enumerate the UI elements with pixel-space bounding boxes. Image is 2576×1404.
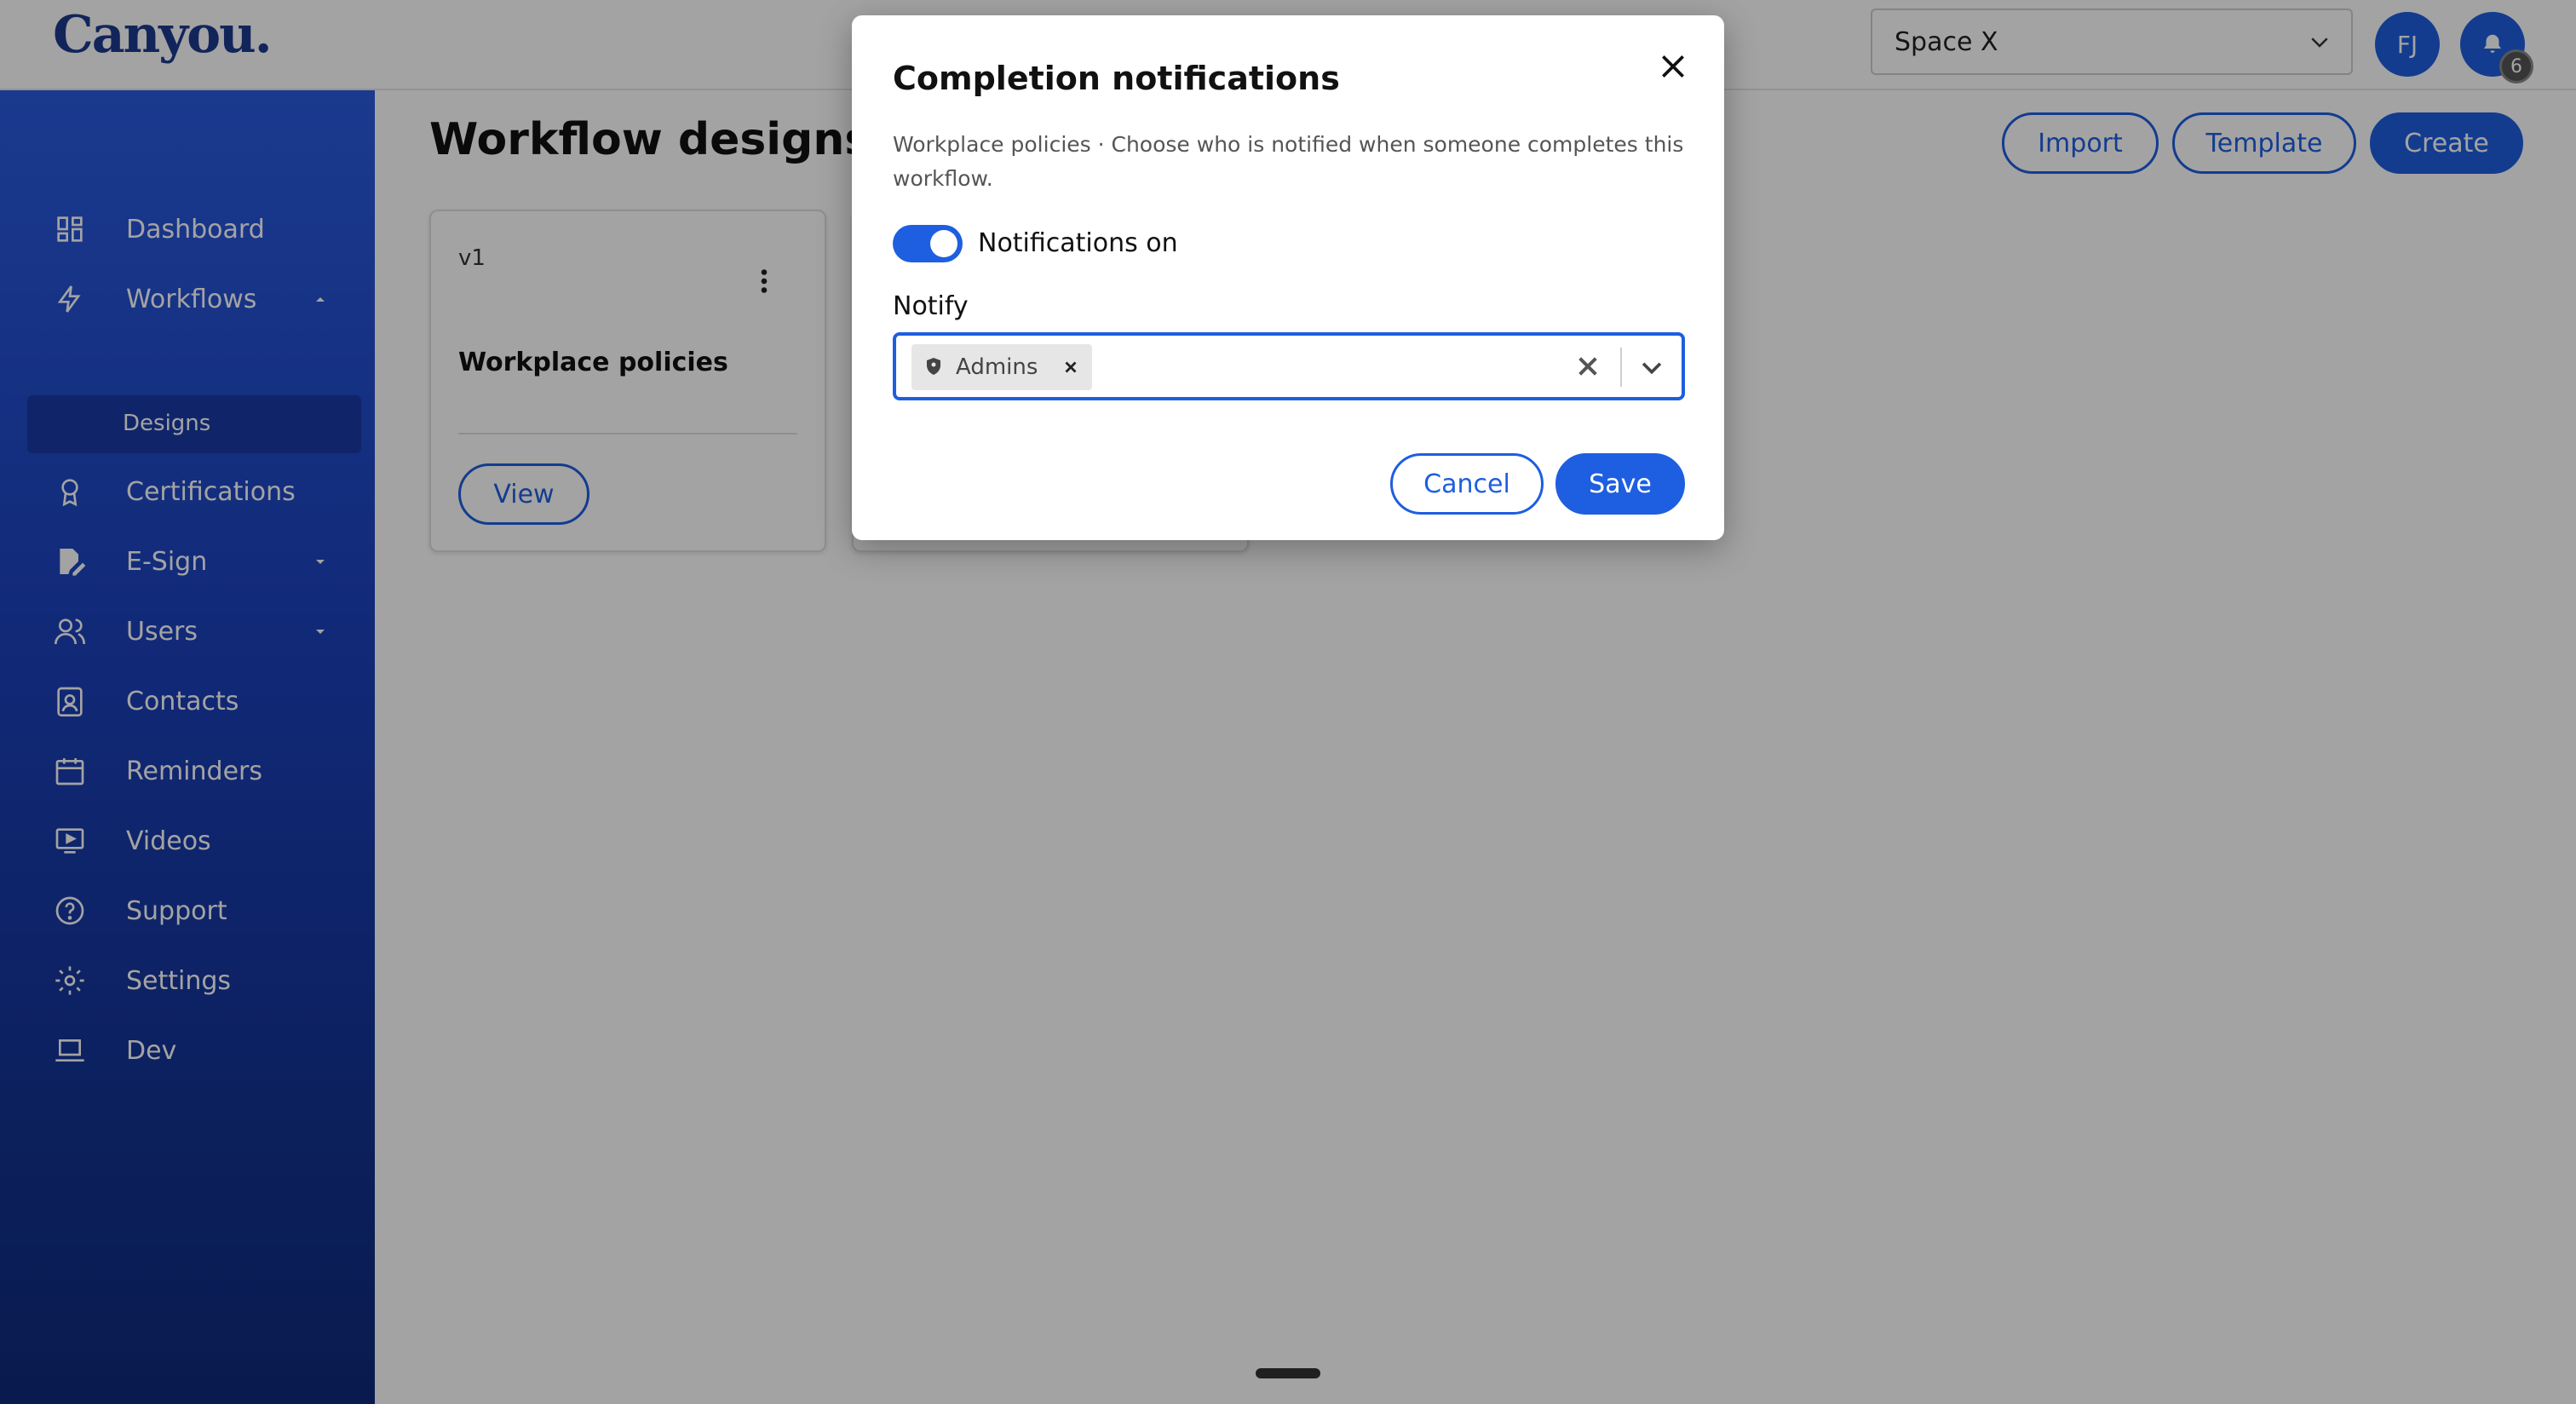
toggle-knob (930, 230, 957, 257)
cancel-button[interactable]: Cancel (1390, 453, 1544, 515)
completion-notifications-dialog: Completion notifications Workplace polic… (852, 15, 1724, 540)
selected-chip-admins: Admins (911, 344, 1093, 390)
chevron-down-icon[interactable] (1637, 353, 1666, 382)
notifications-toggle[interactable] (893, 225, 963, 262)
dialog-title: Completion notifications (893, 60, 1340, 97)
remove-chip-icon[interactable] (1061, 358, 1080, 377)
toggle-label: Notifications on (978, 228, 1178, 258)
dialog-description: Workplace policies · Choose who is notif… (893, 132, 1684, 191)
field-separator (1620, 348, 1622, 387)
notify-label: Notify (893, 291, 969, 321)
shield-icon (927, 358, 940, 375)
close-icon[interactable] (1656, 49, 1690, 83)
clear-selection-icon[interactable] (1574, 353, 1601, 380)
notify-select[interactable]: Admins (893, 332, 1685, 400)
save-button[interactable]: Save (1555, 453, 1685, 515)
chip-label: Admins (956, 354, 1038, 380)
